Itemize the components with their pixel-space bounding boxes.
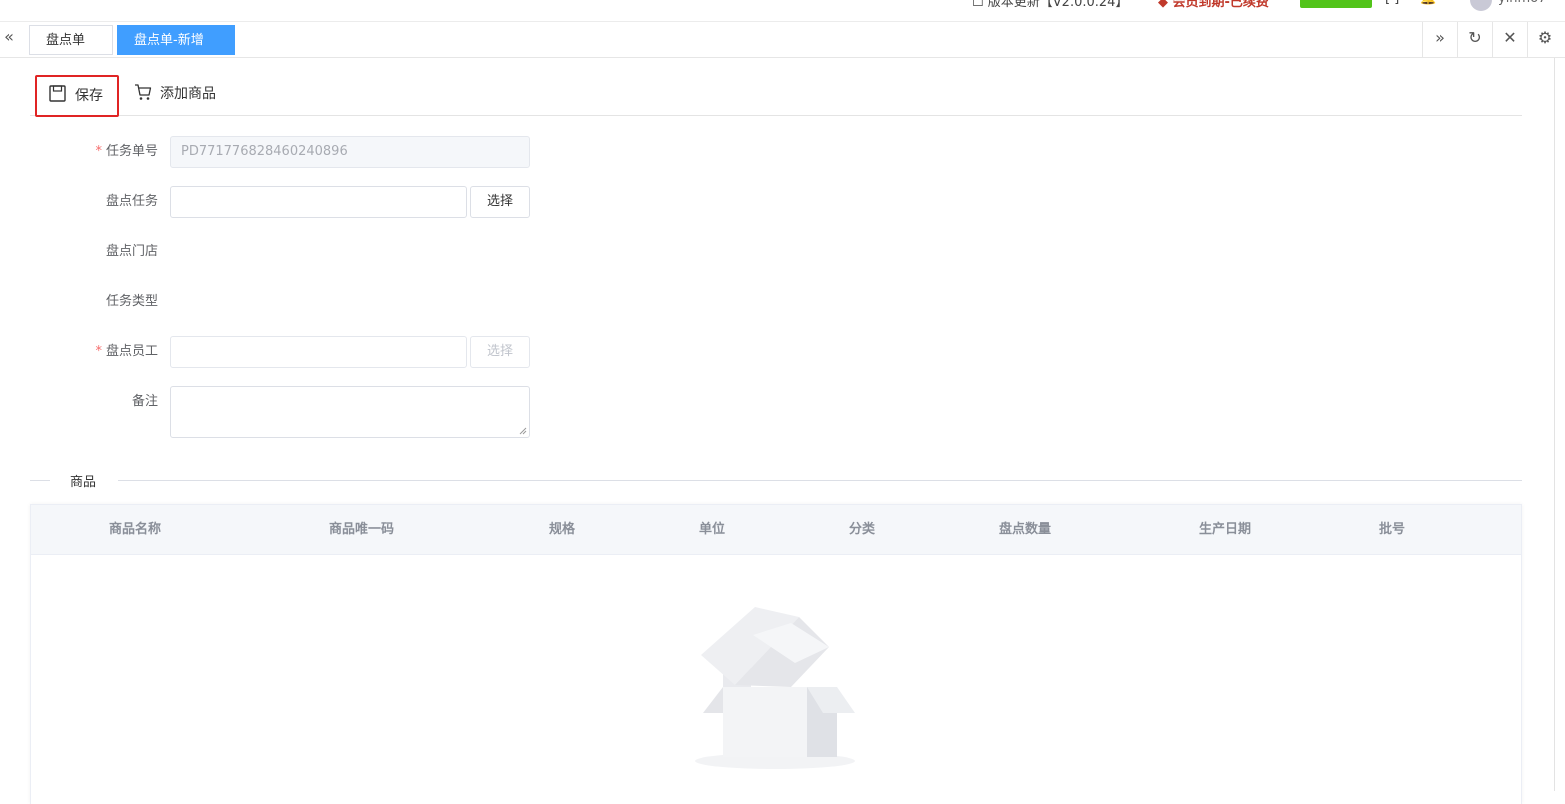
form-row-task-no: * 任务单号 PD771776828460240896 (30, 136, 550, 168)
bell-icon[interactable]: 🔔 (1420, 0, 1436, 6)
required-mark: * (95, 144, 102, 159)
staff-label-text: 盘点员工 (105, 344, 158, 359)
remark-label: 备注 (131, 394, 158, 409)
products-section-divider: 商品 (30, 470, 1522, 492)
tabs-scroll-right-icon[interactable]: » (1422, 22, 1457, 57)
refresh-icon[interactable]: ↻ (1457, 22, 1492, 57)
column-header-product-name[interactable]: 商品名称 (109, 505, 161, 555)
form-row-store: 盘点门店 (30, 236, 550, 268)
form-row-remark: 备注 (30, 386, 550, 438)
cart-icon (135, 84, 152, 100)
scrollbar[interactable] (1554, 58, 1555, 791)
resize-handle-icon[interactable] (519, 427, 527, 435)
tab-inventory-new[interactable]: 盘点单-新增 (117, 25, 235, 55)
tab-inventory-list[interactable]: 盘点单 (29, 25, 113, 55)
remark-textarea[interactable] (170, 386, 530, 438)
column-header-category[interactable]: 分类 (849, 505, 875, 555)
gear-icon[interactable]: ⚙ (1527, 22, 1562, 57)
task-no-label: * 任务单号 (30, 136, 158, 168)
save-button[interactable]: 保存 (35, 75, 119, 117)
top-header: ☐ 版本更新【V2.0.0.24】 ◆ 会员到期-已续费 [ ] 🔔 yinmo… (0, 0, 1565, 22)
task-input[interactable] (170, 186, 467, 218)
column-header-unit[interactable]: 单位 (699, 505, 725, 555)
membership-badge[interactable]: ◆ 会员到期-已续费 (1158, 0, 1269, 10)
task-no-input: PD771776828460240896 (170, 136, 530, 168)
column-header-unique-code[interactable]: 商品唯一码 (329, 505, 394, 555)
renew-button[interactable] (1300, 0, 1372, 8)
toolbar: 保存 添加商品 (30, 68, 1522, 117)
fullscreen-icon[interactable]: [ ] (1385, 0, 1399, 6)
table-header: 商品名称 商品唯一码 规格 单位 分类 盘点数量 生产日期 批号 (31, 505, 1521, 555)
choose-staff-button[interactable]: 选择 (470, 336, 530, 368)
divider-line (118, 480, 1522, 481)
required-mark: * (95, 344, 102, 359)
form-row-staff: * 盘点员工 选择 (30, 336, 550, 368)
choose-task-button[interactable]: 选择 (470, 186, 530, 218)
tabs-scroll-left-icon[interactable]: « (0, 22, 18, 57)
empty-box-icon (695, 607, 855, 769)
form-row-task: 盘点任务 选择 (30, 186, 550, 218)
avatar[interactable] (1470, 0, 1492, 11)
form-row-task-type: 任务类型 (30, 286, 550, 318)
version-update-link[interactable]: ☐ 版本更新【V2.0.0.24】 (972, 0, 1128, 10)
add-product-label: 添加商品 (160, 86, 216, 102)
column-header-spec[interactable]: 规格 (549, 505, 575, 555)
staff-label: * 盘点员工 (30, 336, 158, 368)
products-table: 商品名称 商品唯一码 规格 单位 分类 盘点数量 生产日期 批号 (30, 504, 1522, 804)
close-icon[interactable]: ✕ (1492, 22, 1527, 57)
save-icon (49, 85, 66, 102)
store-label: 盘点门店 (105, 244, 158, 259)
task-label: 盘点任务 (105, 194, 158, 209)
task-type-label: 任务类型 (105, 294, 158, 309)
column-header-production-date[interactable]: 生产日期 (1199, 505, 1251, 555)
task-no-label-text: 任务单号 (105, 144, 158, 159)
column-header-batch-no[interactable]: 批号 (1379, 505, 1405, 555)
tabs-bar: « 盘点单 盘点单-新增 » ↻ ✕ ⚙ (0, 22, 1565, 58)
username[interactable]: yinmo7 (1498, 0, 1546, 6)
save-label: 保存 (75, 88, 103, 104)
column-header-count-qty[interactable]: 盘点数量 (999, 505, 1051, 555)
staff-input[interactable] (170, 336, 467, 368)
section-title: 商品 (70, 475, 97, 490)
divider-line (30, 480, 50, 481)
